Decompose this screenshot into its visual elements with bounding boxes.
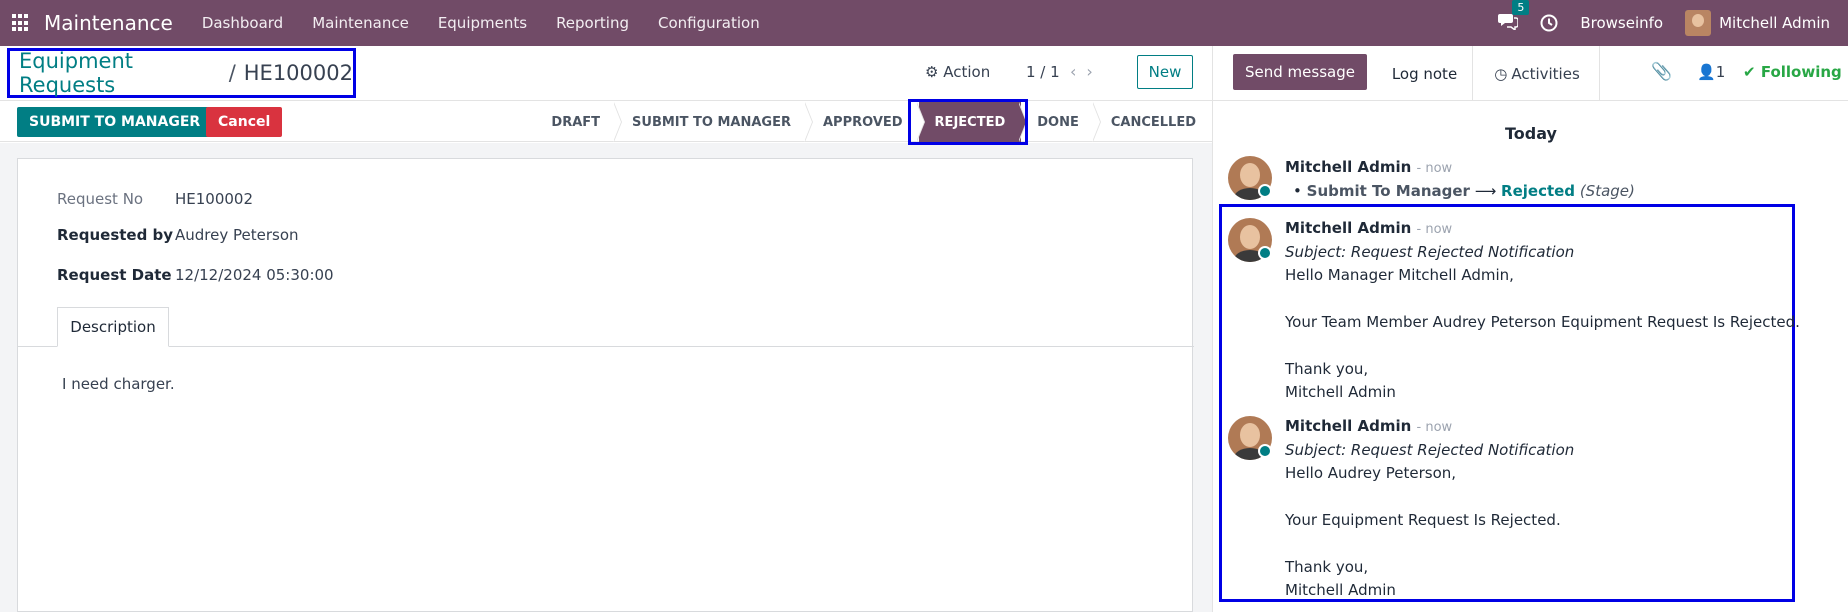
apps-menu-icon[interactable] xyxy=(12,14,30,32)
message-body: Your Equipment Request Is Rejected. xyxy=(1285,511,1561,529)
breadcrumb-separator: / xyxy=(228,61,236,85)
online-status-icon xyxy=(1258,184,1272,198)
company-switcher[interactable]: Browseinfo xyxy=(1580,14,1663,32)
submit-to-manager-button[interactable]: SUBMIT TO MANAGER xyxy=(17,107,213,137)
top-navbar: Maintenance Dashboard Maintenance Equipm… xyxy=(0,0,1848,46)
tracked-field: (Stage) xyxy=(1579,182,1635,200)
user-avatar[interactable] xyxy=(1685,10,1712,36)
pager-arrows: ‹› xyxy=(1070,62,1103,81)
notification-messages-highlight xyxy=(1219,204,1795,602)
online-status-icon xyxy=(1258,246,1272,260)
status-bar: SUBMIT TO MANAGER Cancel DRAFT SUBMIT TO… xyxy=(0,102,1212,142)
message-body: Your Team Member Audrey Peterson Equipme… xyxy=(1285,313,1800,331)
tracking-value-change: • Submit To Manager ⟶ Rejected (Stage) xyxy=(1293,182,1635,200)
activities-button[interactable]: ◷ Activities xyxy=(1475,46,1600,101)
message-closing: Thank you, xyxy=(1285,360,1369,378)
chatter-panel: Send message Log note ◷ Activities 📎 👤1 … xyxy=(1212,46,1848,612)
tab-divider xyxy=(18,346,1194,347)
message-time: - now xyxy=(1416,161,1453,176)
requested-by-field[interactable]: Audrey Peterson xyxy=(175,226,299,244)
arrow-right-icon: ⟶ xyxy=(1474,182,1497,200)
message-greeting: Hello Manager Mitchell Admin, xyxy=(1285,266,1514,284)
rejected-stage-highlight xyxy=(908,99,1028,145)
new-value: Rejected xyxy=(1501,182,1576,200)
send-message-button[interactable]: Send message xyxy=(1233,54,1367,90)
description-text[interactable]: I need charger. xyxy=(62,375,175,393)
message-subject: Subject: Request Rejected Notification xyxy=(1285,243,1575,261)
author-name: Mitchell Admin xyxy=(1285,158,1412,176)
form-sheet: Request No HE100002 Requested by Audrey … xyxy=(17,158,1194,612)
gear-icon: ⚙ xyxy=(925,63,939,81)
chevron-right-icon[interactable]: › xyxy=(1086,62,1102,81)
message-signature: Mitchell Admin xyxy=(1285,581,1396,599)
message-author[interactable]: Mitchell Admin - now xyxy=(1285,417,1452,435)
requested-by-label: Requested by xyxy=(57,226,174,244)
message-signature: Mitchell Admin xyxy=(1285,383,1396,401)
cancel-button[interactable]: Cancel xyxy=(206,107,283,137)
stage-cancelled[interactable]: CANCELLED xyxy=(1095,102,1212,142)
breadcrumb: Equipment Requests / HE100002 xyxy=(7,48,356,98)
request-no-label: Request No xyxy=(57,190,144,208)
request-date-field[interactable]: 12/12/2024 05:30:00 xyxy=(175,266,334,284)
followers-button[interactable]: 👤1 xyxy=(1697,63,1725,81)
messaging-button[interactable]: 5 xyxy=(1498,0,1530,34)
old-value: Submit To Manager xyxy=(1306,182,1470,200)
following-button[interactable]: ✔ Following xyxy=(1743,63,1842,81)
log-note-button[interactable]: Log note xyxy=(1377,46,1473,101)
control-panel: Equipment Requests / HE100002 ⚙ Action 1… xyxy=(0,46,1212,101)
message-greeting: Hello Audrey Peterson, xyxy=(1285,464,1457,482)
menu-configuration[interactable]: Configuration xyxy=(658,14,760,32)
chatter-toolbar: Send message Log note ◷ Activities 📎 👤1 … xyxy=(1213,46,1848,101)
pager-value[interactable]: 1 / 1 xyxy=(1026,63,1060,81)
menu-maintenance[interactable]: Maintenance xyxy=(312,14,409,32)
message-author[interactable]: Mitchell Admin - now xyxy=(1285,219,1452,237)
action-label: Action xyxy=(943,63,991,81)
date-separator: Today xyxy=(1505,124,1557,143)
menu-equipments[interactable]: Equipments xyxy=(438,14,527,32)
message-time: - now xyxy=(1416,222,1453,237)
message-closing: Thank you, xyxy=(1285,558,1369,576)
breadcrumb-current: HE100002 xyxy=(243,61,353,85)
online-status-icon xyxy=(1258,444,1272,458)
breadcrumb-parent-link[interactable]: Equipment Requests xyxy=(19,49,221,97)
user-menu[interactable]: Mitchell Admin xyxy=(1719,14,1830,32)
paperclip-icon[interactable]: 📎 xyxy=(1651,62,1672,82)
chat-count-badge: 5 xyxy=(1512,0,1530,15)
tab-description[interactable]: Description xyxy=(57,307,169,347)
new-button[interactable]: New xyxy=(1137,55,1193,89)
stage-done[interactable]: DONE xyxy=(1021,102,1101,142)
stage-submit-to-manager[interactable]: SUBMIT TO MANAGER xyxy=(616,102,813,142)
app-title[interactable]: Maintenance xyxy=(44,11,173,35)
bullet-icon: • xyxy=(1293,182,1302,200)
user-icon: 👤 xyxy=(1697,63,1716,81)
author-name: Mitchell Admin xyxy=(1285,417,1412,435)
clock-icon[interactable] xyxy=(1540,14,1558,32)
action-menu-button[interactable]: ⚙ Action xyxy=(925,63,990,81)
followers-count: 1 xyxy=(1715,63,1726,81)
menu-dashboard[interactable]: Dashboard xyxy=(202,14,283,32)
message-subject: Subject: Request Rejected Notification xyxy=(1285,441,1575,459)
activities-label: Activities xyxy=(1511,64,1580,83)
stage-draft[interactable]: DRAFT xyxy=(535,102,622,142)
stage-approved[interactable]: APPROVED xyxy=(807,102,925,142)
stage-pipeline: DRAFT SUBMIT TO MANAGER APPROVED REJECTE… xyxy=(535,102,1212,142)
message-time: - now xyxy=(1416,420,1453,435)
following-label: Following xyxy=(1760,63,1842,81)
menu-reporting[interactable]: Reporting xyxy=(556,14,629,32)
author-name: Mitchell Admin xyxy=(1285,219,1412,237)
clock-icon: ◷ xyxy=(1494,64,1508,83)
chevron-left-icon[interactable]: ‹ xyxy=(1070,62,1086,81)
request-date-label: Request Date xyxy=(57,266,172,284)
check-icon: ✔ xyxy=(1743,63,1756,81)
request-no-value: HE100002 xyxy=(175,190,254,208)
message-author[interactable]: Mitchell Admin - now xyxy=(1285,158,1452,176)
